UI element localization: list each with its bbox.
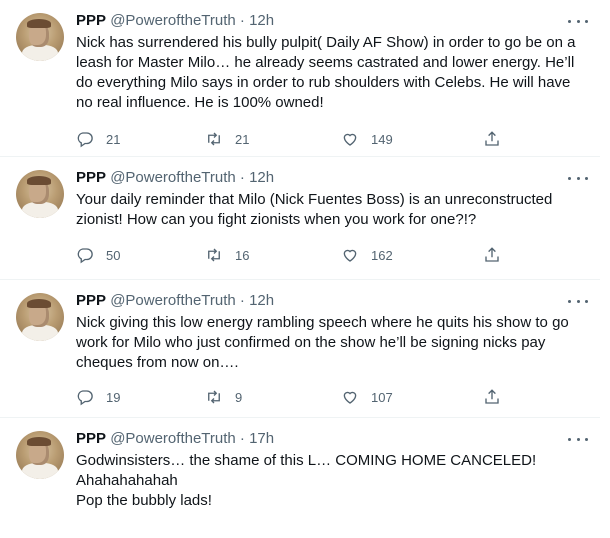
tweet[interactable]: PPP @PoweroftheTruth · 12h Nick giving t… — [0, 280, 600, 418]
tweet-text-line: Godwinsisters… the shame of this L… COMI… — [76, 452, 537, 469]
tweet-text-line: zionist! How can you fight zionists when… — [76, 211, 477, 228]
tweet-header: PPP @PoweroftheTruth · 12h — [76, 11, 584, 31]
more-icon[interactable] — [568, 13, 588, 29]
tweet-text: Your daily reminder that Milo (Nick Fuen… — [76, 190, 584, 230]
separator-dot: · — [239, 292, 245, 309]
share-button[interactable] — [483, 245, 501, 265]
separator-dot: · — [239, 169, 245, 186]
tweet[interactable]: PPP @PoweroftheTruth · 12h Nick has surr… — [0, 0, 600, 157]
tweet-text-line: Your daily reminder that Milo (Nick Fuen… — [76, 191, 553, 208]
share-icon — [485, 131, 499, 146]
avatar[interactable] — [16, 170, 64, 218]
avatar[interactable] — [16, 431, 64, 479]
tweet-header: PPP @PoweroftheTruth · 12h — [76, 291, 584, 311]
like-count: 162 — [371, 247, 393, 263]
avatar-shirt — [22, 463, 58, 479]
tweet-header: PPP @PoweroftheTruth · 12h — [76, 168, 584, 188]
avatar-hair — [27, 176, 51, 185]
reply-icon — [77, 248, 93, 264]
tweet[interactable]: PPP @PoweroftheTruth · 12h Your daily re… — [0, 157, 600, 280]
more-icon[interactable] — [568, 431, 588, 447]
tweet-text-line: Pop the bubbly lads! — [76, 492, 212, 509]
reply-button[interactable]: 21 — [76, 129, 120, 149]
retweet-button[interactable]: 21 — [205, 129, 249, 149]
tweet-text-line: Nick has surrendered his bully pulpit( D… — [76, 34, 576, 51]
reply-icon — [77, 132, 93, 148]
user-handle[interactable]: @PoweroftheTruth — [110, 169, 236, 186]
retweet-button[interactable]: 9 — [205, 387, 242, 407]
more-icon[interactable] — [568, 170, 588, 186]
like-icon — [343, 249, 357, 262]
share-button[interactable] — [483, 129, 501, 149]
tweet-feed: PPP @PoweroftheTruth · 12h Nick has surr… — [0, 0, 600, 538]
retweet-icon — [208, 248, 220, 262]
tweet-actions: 50 16 162 — [76, 245, 506, 265]
share-icon — [485, 247, 499, 262]
separator-dot: · — [239, 12, 245, 29]
like-count: 149 — [371, 131, 393, 147]
retweet-count: 21 — [235, 131, 250, 147]
separator-dot: · — [239, 430, 245, 447]
display-name[interactable]: PPP — [76, 169, 106, 186]
more-icon[interactable] — [568, 293, 588, 309]
reply-button[interactable]: 50 — [76, 245, 120, 265]
tweet-actions: 19 9 107 — [76, 387, 506, 407]
timestamp[interactable]: 12h — [249, 12, 274, 29]
user-handle[interactable]: @PoweroftheTruth — [110, 12, 236, 29]
tweet-text: Nick giving this low energy rambling spe… — [76, 313, 584, 373]
tweet-text-line: leash for Master Milo… he already seems … — [76, 54, 575, 71]
timestamp[interactable]: 12h — [249, 292, 274, 309]
tweet-content: PPP @PoweroftheTruth · 12h Your daily re… — [76, 168, 584, 230]
like-count: 107 — [371, 389, 393, 405]
tweet-text-line: no real influence. He is 100% owned! — [76, 94, 324, 111]
tweet-text-line: Nick giving this low energy rambling spe… — [76, 314, 569, 331]
user-handle[interactable]: @PoweroftheTruth — [110, 292, 236, 309]
tweet-text-line: Ahahahahahah — [76, 472, 178, 489]
avatar-hair — [27, 299, 51, 308]
like-icon — [343, 133, 357, 146]
avatar-hair — [27, 19, 51, 28]
avatar[interactable] — [16, 293, 64, 341]
user-handle[interactable]: @PoweroftheTruth — [110, 430, 236, 447]
share-icon — [485, 389, 499, 404]
reply-count: 50 — [106, 247, 121, 263]
tweet-content: PPP @PoweroftheTruth · 12h Nick has surr… — [76, 11, 584, 113]
display-name[interactable]: PPP — [76, 12, 106, 29]
retweet-button[interactable]: 16 — [205, 245, 249, 265]
timestamp[interactable]: 17h — [249, 430, 274, 447]
tweet-content: PPP @PoweroftheTruth · 17h Godwinsisters… — [76, 429, 584, 511]
avatar-shirt — [22, 202, 58, 218]
avatar-hair — [27, 437, 51, 446]
tweet-text-line: work for Milo who just confirmed on the … — [76, 334, 546, 351]
tweet-header: PPP @PoweroftheTruth · 17h — [76, 429, 584, 449]
tweet-text-line: do everything Milo says in order to rub … — [76, 74, 571, 91]
avatar-shirt — [22, 325, 58, 341]
like-button[interactable]: 149 — [341, 129, 393, 149]
reply-button[interactable]: 19 — [76, 387, 120, 407]
reply-count: 21 — [106, 131, 121, 147]
share-button[interactable] — [483, 387, 501, 407]
tweet-actions: 21 21 149 — [76, 129, 506, 149]
tweet-text: Godwinsisters… the shame of this L… COMI… — [76, 451, 584, 511]
like-button[interactable]: 107 — [341, 387, 393, 407]
like-icon — [343, 391, 357, 404]
avatar[interactable] — [16, 13, 64, 61]
tweet-text: Nick has surrendered his bully pulpit( D… — [76, 33, 584, 113]
reply-icon — [77, 390, 93, 406]
retweet-icon — [208, 390, 220, 404]
retweet-icon — [208, 132, 220, 146]
retweet-count: 9 — [235, 389, 243, 405]
display-name[interactable]: PPP — [76, 292, 106, 309]
display-name[interactable]: PPP — [76, 430, 106, 447]
avatar-shirt — [22, 45, 58, 61]
reply-count: 19 — [106, 389, 121, 405]
like-button[interactable]: 162 — [341, 245, 393, 265]
retweet-count: 16 — [235, 247, 250, 263]
tweet-content: PPP @PoweroftheTruth · 12h Nick giving t… — [76, 291, 584, 373]
tweet[interactable]: PPP @PoweroftheTruth · 17h Godwinsisters… — [0, 418, 600, 538]
tweet-text-line: cheques from now on…. — [76, 354, 239, 371]
timestamp[interactable]: 12h — [249, 169, 274, 186]
